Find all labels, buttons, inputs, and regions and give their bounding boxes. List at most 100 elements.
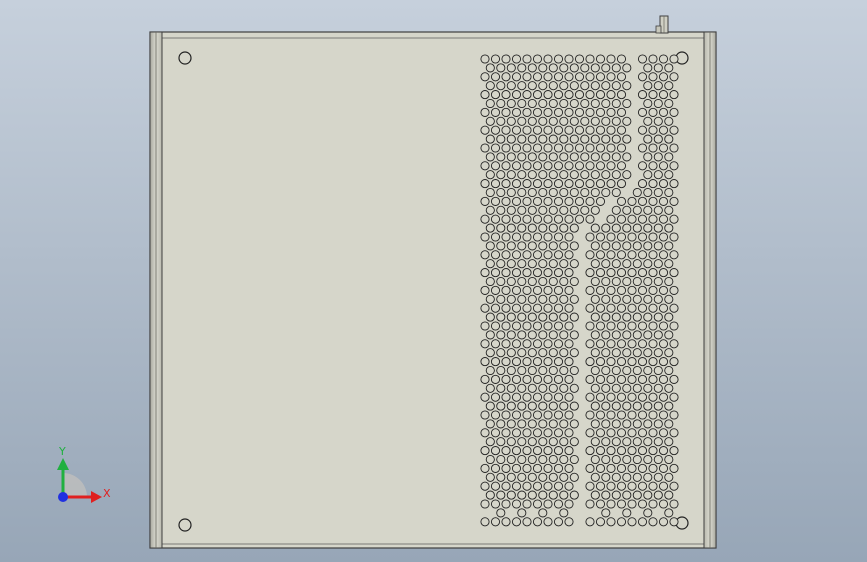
vent-hole xyxy=(595,268,606,278)
vent-hole xyxy=(632,205,642,215)
vent-hole xyxy=(601,81,611,91)
vent-hole xyxy=(601,401,611,411)
vent-hole xyxy=(622,223,632,233)
vent-hole xyxy=(622,454,632,465)
vent-hole xyxy=(643,259,653,269)
vent-hole xyxy=(548,170,558,180)
vent-hole xyxy=(653,81,663,91)
vent-hole xyxy=(616,410,627,420)
mounting-hole-bottom-left[interactable] xyxy=(178,518,192,532)
vent-hole xyxy=(590,63,600,73)
vent-hole xyxy=(490,232,501,242)
vent-hole xyxy=(574,72,585,82)
vent-hole xyxy=(517,223,527,233)
sheet-metal-panel[interactable] xyxy=(149,15,717,549)
vent-hole xyxy=(590,348,600,358)
vent-hole xyxy=(637,357,648,367)
vent-hole xyxy=(553,161,564,171)
vent-hole xyxy=(585,428,595,438)
vent-hole xyxy=(653,170,663,180)
vent-hole xyxy=(564,339,574,349)
vent-hole xyxy=(611,116,621,126)
vent-hole xyxy=(548,81,558,91)
vent-hole xyxy=(548,187,558,198)
triad-shade-icon xyxy=(63,473,87,497)
vent-hole xyxy=(506,98,516,109)
vent-hole xyxy=(501,54,511,64)
vent-hole xyxy=(564,125,574,135)
vent-hole xyxy=(559,63,569,73)
vent-hole xyxy=(538,401,548,411)
vent-hole xyxy=(601,259,611,269)
vent-hole xyxy=(532,268,543,278)
vent-hole xyxy=(485,365,495,376)
vent-hole xyxy=(517,187,527,198)
vent-hole xyxy=(606,339,616,349)
vent-hole xyxy=(622,419,632,429)
vent-hole xyxy=(517,312,527,322)
vent-hole xyxy=(658,250,669,260)
vent-hole xyxy=(559,348,569,358)
vent-hole xyxy=(669,214,679,224)
vent-hole xyxy=(627,357,637,367)
vent-hole xyxy=(480,392,490,402)
vent-hole xyxy=(511,339,522,349)
vent-hole xyxy=(543,481,553,491)
vent-hole xyxy=(511,72,522,82)
vent-hole xyxy=(622,312,632,322)
vent-hole xyxy=(496,116,506,126)
vent-hole xyxy=(658,374,669,384)
vent-hole xyxy=(595,179,606,189)
vent-hole xyxy=(585,374,595,384)
vent-hole xyxy=(496,294,506,304)
top-tab[interactable] xyxy=(655,15,669,34)
vent-hole xyxy=(490,463,501,473)
vent-hole xyxy=(527,490,537,500)
vent-hole xyxy=(648,250,658,260)
vent-hole xyxy=(480,250,490,260)
vent-hole xyxy=(648,232,658,242)
vent-hole xyxy=(622,490,632,500)
mounting-hole-top-left[interactable] xyxy=(178,51,192,65)
vent-hole xyxy=(585,107,595,117)
vent-hole xyxy=(616,481,627,491)
vent-hole xyxy=(611,312,621,322)
vent-hole xyxy=(511,303,522,313)
vent-hole xyxy=(569,134,579,144)
vent-hole xyxy=(643,205,653,215)
vent-hole xyxy=(553,303,564,313)
vent-hole xyxy=(569,383,579,393)
vent-hole xyxy=(496,472,506,482)
vent-hole xyxy=(532,179,543,189)
vent-hole xyxy=(595,285,606,295)
vent-hole xyxy=(669,90,679,100)
vent-hole xyxy=(538,116,548,126)
vent-hole xyxy=(585,232,595,242)
vent-hole xyxy=(532,72,543,82)
vent-hole xyxy=(517,490,527,500)
vent-hole xyxy=(553,285,564,295)
vent-hole xyxy=(553,410,564,420)
vent-hole xyxy=(532,232,543,242)
vent-hole xyxy=(585,125,595,135)
cad-viewport[interactable]: Y X xyxy=(0,0,867,562)
vent-hole xyxy=(490,214,501,224)
vent-hole xyxy=(569,294,579,304)
vent-hole xyxy=(511,428,522,438)
vent-hole xyxy=(611,472,621,482)
vent-hole xyxy=(669,179,679,189)
vent-hole xyxy=(527,98,537,109)
vent-hole xyxy=(601,223,611,233)
vent-hole xyxy=(664,187,674,198)
vent-hole xyxy=(543,446,553,456)
vent-hole xyxy=(585,392,595,402)
vent-hole xyxy=(496,63,506,73)
vent-hole xyxy=(496,312,506,322)
vent-hole xyxy=(543,232,553,242)
vent-hole xyxy=(559,419,569,429)
vent-hole xyxy=(564,143,574,153)
vent-hole xyxy=(553,250,564,260)
vent-hole xyxy=(611,152,621,162)
vent-hole xyxy=(632,348,642,358)
vent-hole xyxy=(522,374,532,384)
